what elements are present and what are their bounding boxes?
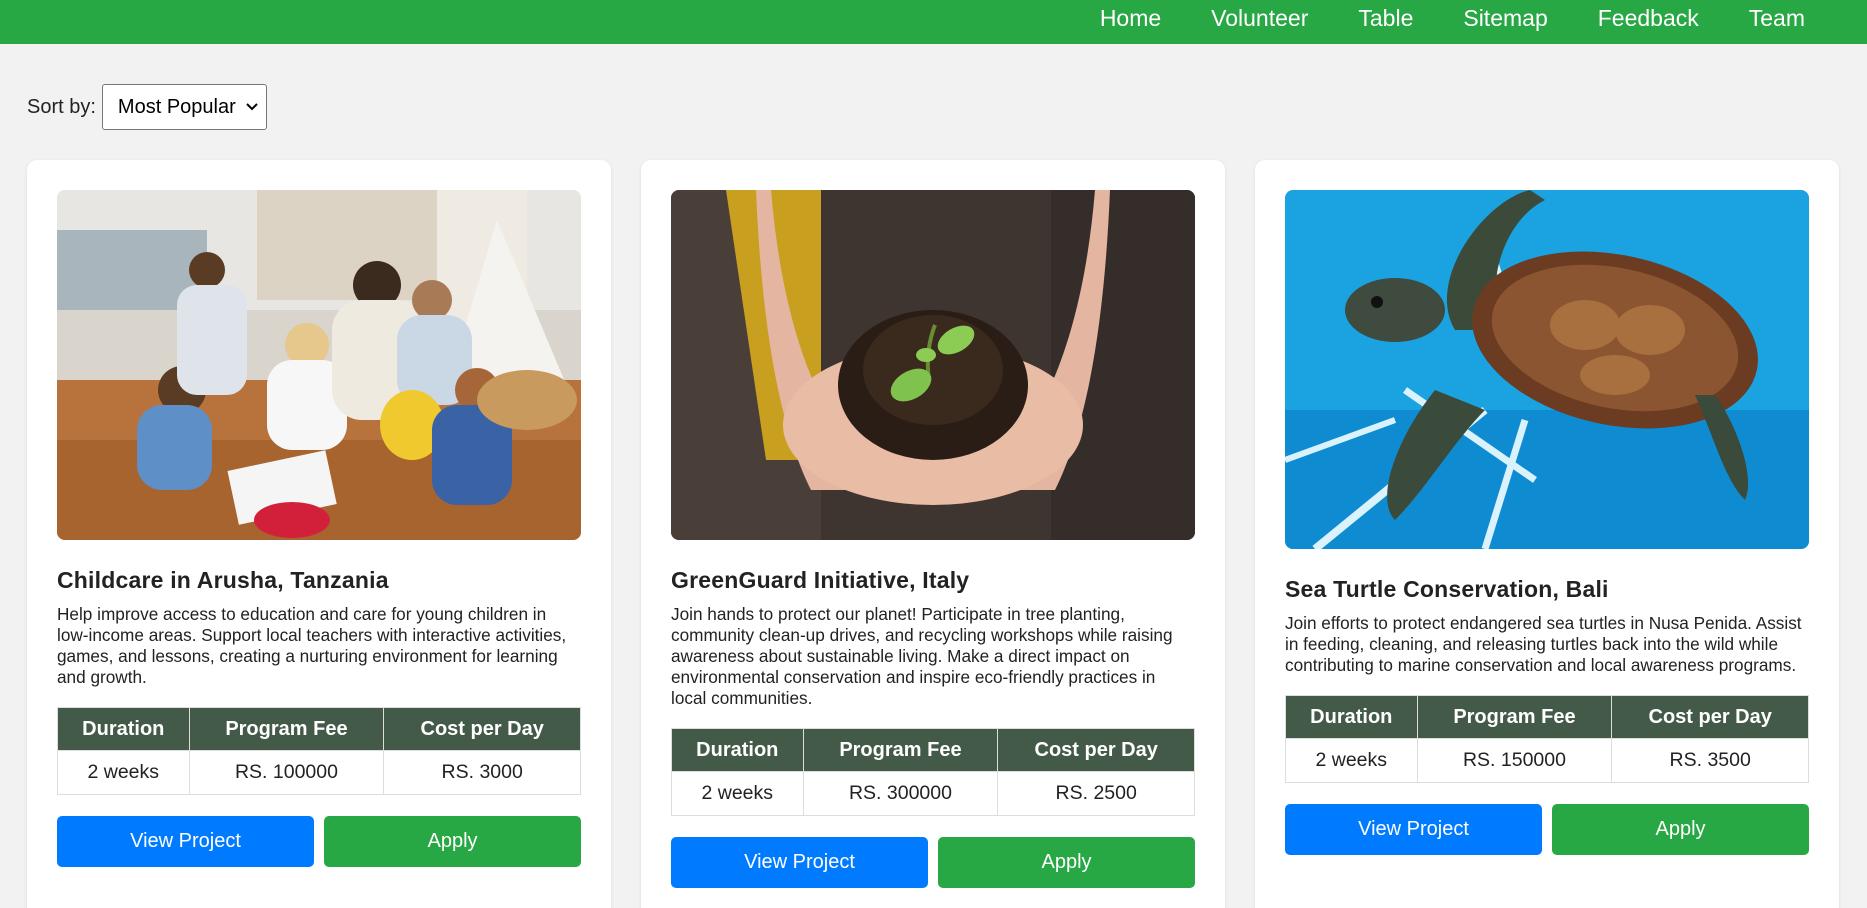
project-description: Join hands to protect our planet! Partic… [671,604,1173,708]
fee-value: RS. 150000 [1416,738,1613,783]
project-description: Join efforts to protect endangered sea t… [1285,613,1802,675]
apply-button[interactable]: Apply [324,816,581,867]
duration-value: 2 weeks [1285,738,1418,783]
sort-select[interactable]: Most Popular [101,84,267,130]
apply-button[interactable]: Apply [1552,804,1809,855]
sort-bar: Sort by: Most Popular [27,84,267,130]
cost-per-day-value: RS. 2500 [997,771,1195,816]
sort-label: Sort by: [27,95,96,118]
nav-sitemap[interactable]: Sitemap [1463,0,1547,36]
fee-value: RS. 300000 [802,771,999,816]
top-navbar: Home Volunteer Table Sitemap Feedback Te… [0,0,1867,44]
view-project-button[interactable]: View Project [57,816,314,867]
table-row: 2 weeks RS. 300000 RS. 2500 [671,771,1195,816]
apply-button[interactable]: Apply [938,837,1195,888]
nav-feedback[interactable]: Feedback [1598,0,1699,36]
header-cost-per-day: Cost per Day [1611,695,1809,739]
header-program-fee: Program Fee [188,707,385,751]
project-card-childcare: Childcare in Arusha, Tanzania Help impro… [27,160,611,908]
project-info-table: Duration Program Fee Cost per Day 2 week… [1285,695,1809,783]
header-duration: Duration [1285,695,1418,739]
header-duration: Duration [57,707,190,751]
header-duration: Duration [671,728,804,772]
project-info-table: Duration Program Fee Cost per Day 2 week… [671,728,1195,816]
duration-value: 2 weeks [671,771,804,816]
header-cost-per-day: Cost per Day [997,728,1195,772]
header-cost-per-day: Cost per Day [383,707,581,751]
sort-selected-value: Most Popular [117,95,236,118]
table-row: 2 weeks RS. 150000 RS. 3500 [1285,738,1809,783]
seedling-photo [671,190,1195,540]
project-description: Help improve access to education and car… [57,604,567,687]
chevron-down-icon [246,100,258,114]
project-card-greenguard: GreenGuard Initiative, Italy Join hands … [641,160,1225,908]
nav-volunteer[interactable]: Volunteer [1211,0,1308,36]
nav-team[interactable]: Team [1749,0,1805,36]
project-title: GreenGuard Initiative, Italy [671,567,970,593]
project-title: Sea Turtle Conservation, Bali [1285,576,1609,602]
table-row: 2 weeks RS. 100000 RS. 3000 [57,750,581,795]
header-program-fee: Program Fee [802,728,999,772]
nav-table[interactable]: Table [1358,0,1413,36]
header-program-fee: Program Fee [1416,695,1613,739]
duration-value: 2 weeks [57,750,190,795]
project-card-sea-turtle: Sea Turtle Conservation, Bali Join effor… [1255,160,1839,908]
project-title: Childcare in Arusha, Tanzania [57,567,389,593]
project-info-table: Duration Program Fee Cost per Day 2 week… [57,707,581,795]
childcare-photo [57,190,581,540]
view-project-button[interactable]: View Project [671,837,928,888]
nav-home[interactable]: Home [1100,0,1161,36]
cost-per-day-value: RS. 3000 [383,750,581,795]
cost-per-day-value: RS. 3500 [1611,738,1809,783]
sea-turtle-photo [1285,190,1809,549]
fee-value: RS. 100000 [188,750,385,795]
view-project-button[interactable]: View Project [1285,804,1542,855]
